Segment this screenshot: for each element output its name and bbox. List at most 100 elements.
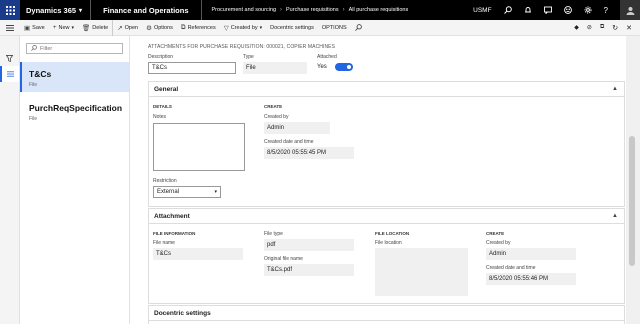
details-heading: DETAILS <box>153 104 172 109</box>
chevron-down-icon: ▾ <box>214 189 217 195</box>
options-menu-button[interactable]: OPTIONS <box>318 20 351 36</box>
notes-label: Notes <box>153 114 167 120</box>
chevron-down-icon: ▾ <box>79 7 83 14</box>
close-icon[interactable]: ✕ <box>626 24 632 32</box>
breadcrumb: Procurement and sourcing › Purchase requ… <box>202 7 409 13</box>
chevron-right-icon: › <box>342 7 345 13</box>
scrollbar-thumb[interactable] <box>629 136 635 266</box>
notifications-icon[interactable] <box>524 6 532 14</box>
chevron-up-icon: ▲ <box>612 213 618 219</box>
file-type-value: pdf <box>264 239 354 251</box>
file-name-value: T&Cs <box>153 248 243 260</box>
list-item-type: File <box>29 82 38 88</box>
type-label: Type <box>243 54 254 60</box>
attachment-header[interactable]: Attachment ▲ <box>149 209 624 224</box>
chevron-down-icon: ▾ <box>71 24 75 31</box>
search-icon <box>31 44 37 53</box>
brand-menu[interactable]: Dynamics 365 ▾ <box>20 0 92 20</box>
description-label: Description <box>148 54 174 60</box>
created-by-value: Admin <box>264 122 330 134</box>
list-item-type: File <box>29 116 38 122</box>
feedback-icon[interactable] <box>563 6 572 14</box>
attachment-section: Attachment ▲ FILE INFORMATION File name … <box>148 208 625 304</box>
original-file-name-label: Original file name <box>264 256 303 262</box>
breadcrumb-item[interactable]: Purchase requisitions <box>286 7 339 13</box>
avatar[interactable] <box>620 0 640 20</box>
top-bar: Dynamics 365 ▾ Finance and Operations Pr… <box>0 0 640 20</box>
help-icon[interactable]: ? <box>604 6 608 15</box>
left-rail <box>0 36 20 324</box>
docentric-settings-button[interactable]: Docentric settings <box>266 20 318 36</box>
list-item[interactable]: PurchReqSpecification File <box>20 96 129 126</box>
file-info-heading: FILE INFORMATION <box>153 231 196 236</box>
diamond-icon[interactable]: ◆ <box>574 24 579 31</box>
file-location-heading: FILE LOCATION <box>375 231 410 236</box>
restriction-label: Restriction <box>153 178 177 184</box>
options-button[interactable]: ⚙ Options <box>142 20 177 36</box>
chevron-right-icon: › <box>280 7 283 13</box>
search-icon[interactable] <box>503 6 512 14</box>
search-icon[interactable] <box>351 20 366 36</box>
attached-toggle[interactable] <box>334 63 353 71</box>
description-input[interactable]: T&Cs <box>148 62 236 74</box>
page-caption: ATTACHMENTS FOR PURCHASE REQUISITION: 00… <box>148 44 336 50</box>
attached-label: Attached <box>317 54 337 60</box>
notes-textarea[interactable] <box>153 123 245 171</box>
created-by-value: Admin <box>486 248 576 260</box>
restriction-value: External <box>157 189 180 195</box>
restriction-select[interactable]: External ▾ <box>153 186 221 198</box>
attachment-list: Filter T&Cs File PurchReqSpecification F… <box>20 36 130 324</box>
list-item-name: PurchReqSpecification <box>29 103 123 113</box>
created-datetime-label: Created date and time <box>264 139 314 145</box>
trash-icon: 🗑 <box>82 24 91 32</box>
list-view-icon[interactable] <box>0 66 19 82</box>
save-label: Save <box>32 24 45 31</box>
general-header[interactable]: General ▲ <box>149 82 624 97</box>
create-heading: CREATE <box>486 231 505 236</box>
created-by-button[interactable]: ▽ Created by ▾ <box>220 20 266 36</box>
docentric-header[interactable]: Docentric settings <box>149 306 624 321</box>
details-pane: ATTACHMENTS FOR PURCHASE REQUISITION: 00… <box>131 36 630 324</box>
open-label: Open <box>124 24 139 31</box>
docentric-label: Docentric settings <box>270 24 314 31</box>
attached-value: Yes <box>317 64 327 70</box>
delete-button[interactable]: 🗑 Delete <box>78 20 112 36</box>
references-label: References <box>187 24 216 31</box>
docentric-section: Docentric settings <box>148 305 625 324</box>
refresh-icon[interactable]: ↻ <box>612 24 618 32</box>
messages-icon[interactable] <box>543 6 552 14</box>
attach-icon[interactable]: ⊘ <box>587 24 592 31</box>
file-location-label: File location <box>375 240 402 246</box>
app-name[interactable]: Finance and Operations <box>91 0 202 20</box>
open-icon: ↗ <box>117 24 123 32</box>
gear-icon[interactable] <box>584 6 592 14</box>
breadcrumb-item[interactable]: All purchase requisitions <box>349 7 409 13</box>
section-title: General <box>154 85 179 93</box>
list-item[interactable]: T&Cs File <box>20 62 129 92</box>
options-menu-label: OPTIONS <box>321 24 347 31</box>
scrollbar[interactable] <box>626 36 640 324</box>
filter-pane-icon[interactable] <box>0 50 19 66</box>
save-button[interactable]: ▣ Save <box>20 20 49 36</box>
hamburger-icon[interactable] <box>0 24 20 31</box>
created-by-label: Created by <box>264 114 289 120</box>
new-button[interactable]: + New ▾ <box>49 20 78 36</box>
new-label: New <box>58 24 70 31</box>
description-field: Description T&Cs <box>148 54 236 74</box>
references-button[interactable]: ⧉ References <box>177 20 220 36</box>
references-icon: ⧉ <box>180 23 186 31</box>
type-value: File <box>243 62 307 74</box>
plus-icon: + <box>52 24 57 31</box>
filter-placeholder: Filter <box>40 45 53 52</box>
breadcrumb-item[interactable]: Procurement and sourcing <box>212 7 277 13</box>
app-launcher-icon[interactable] <box>0 0 20 20</box>
open-button[interactable]: ↗ Open <box>112 19 142 36</box>
file-name-label: File name <box>153 240 175 246</box>
delete-label: Delete <box>92 24 109 31</box>
filter-icon: ▽ <box>223 24 229 32</box>
file-location-value <box>375 248 468 296</box>
popout-icon[interactable]: ⧉ <box>600 24 604 31</box>
filter-input[interactable]: Filter <box>26 43 123 54</box>
company-picker[interactable]: USMF <box>473 7 491 14</box>
attached-field: Attached Yes <box>317 54 377 71</box>
